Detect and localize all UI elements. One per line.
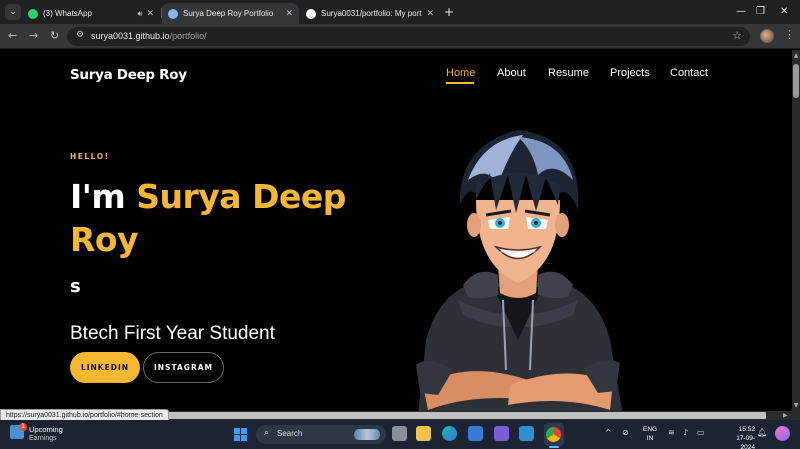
volume-icon[interactable]: ♪ [683,428,688,437]
menu-kebab-icon[interactable]: ⋮ [784,28,795,41]
close-icon[interactable]: ✕ [146,8,154,19]
file-explorer-icon[interactable] [416,426,431,441]
close-icon[interactable]: ✕ [426,8,434,19]
tab-title: Surya0031/portfolio: My portfolio [321,9,422,18]
minimize-button[interactable]: — [736,4,746,20]
windows-taskbar: 1 Upcoming Earnings ⌕ Search ^ ⊘ ENG IN ≋… [0,420,800,449]
bookmark-star-icon[interactable]: ☆ [732,29,742,42]
hero-avatar-illustration [416,130,623,411]
tab-title: (3) WhatsApp [43,9,92,18]
search-label: Search [277,429,303,438]
vertical-scroll-thumb[interactable] [793,64,799,98]
profile-avatar[interactable] [760,29,774,43]
github-icon [306,8,316,19]
address-bar[interactable]: ⚙ surya0031.github.io/portfolio/ ☆ [67,27,750,46]
page-viewport: Surya Deep Roy Home About Resume Project… [0,50,792,411]
widget-badge: 1 [19,423,27,431]
language-indicator[interactable]: ENG IN [643,425,657,443]
forward-button[interactable]: → [29,29,38,43]
edge-icon[interactable] [442,426,457,441]
nav-about[interactable]: About [497,67,526,79]
nav-contact[interactable]: Contact [670,67,708,79]
scroll-down-arrow[interactable]: ▼ [792,402,800,409]
vscode-icon[interactable] [519,426,534,441]
site-brand[interactable]: Surya Deep Roy [70,67,187,83]
lang-line1: ENG [643,426,658,433]
lang-line2: IN [646,435,654,442]
hero-intro: I'm [70,177,137,216]
reload-button[interactable]: ↻ [50,29,59,43]
taskbar-clock[interactable]: 15:52 17-09-2024 [729,425,755,449]
tab-whatsapp[interactable]: (3) WhatsApp 🔊︎ ✕ [22,3,160,24]
hero-subtitle: Btech First Year Student [70,323,275,344]
horizontal-scroll-thumb[interactable] [168,412,766,419]
clock-time: 15:52 [738,426,755,433]
windows-start-icon[interactable] [234,428,247,441]
tab-github[interactable]: Surya0031/portfolio: My portfolio ✕ [300,3,440,24]
url-path: /portfolio/ [169,31,207,41]
notification-bell-icon[interactable]: 🔔︎ [757,428,767,437]
linkedin-button[interactable]: LINKEDIN [70,352,140,383]
store-icon[interactable] [468,426,483,441]
nav-home[interactable]: Home [446,67,475,79]
clock-date: 17-09-2024 [736,435,755,449]
new-tab-button[interactable]: + [444,4,454,20]
taskbar-search[interactable]: ⌕ Search [256,425,386,444]
globe-icon [168,8,178,19]
back-button[interactable]: ← [8,29,17,43]
tab-search-button[interactable]: ⌄ [5,4,21,20]
house-app-icon[interactable] [494,426,509,441]
nav-projects[interactable]: Projects [610,67,650,79]
wifi-icon[interactable]: ≋ [668,428,675,437]
scroll-up-arrow[interactable]: ▲ [792,52,800,59]
task-view-icon[interactable] [392,426,407,441]
search-icon: ⌕ [264,428,270,438]
vertical-scrollbar[interactable]: ▲ ▼ [792,50,800,411]
hero-headline: I'm Surya Deep Roy [70,175,380,261]
url-host: surya0031.github.io [91,31,170,41]
tab-portfolio[interactable]: Surya Deep Roy Portfolio ✕ [162,3,299,24]
battery-icon[interactable]: ▭ [697,428,705,437]
chrome-icon[interactable] [546,427,561,442]
speaker-icon[interactable]: 🔊︎ [137,9,142,19]
url-text[interactable]: surya0031.github.io/portfolio/ [91,31,207,41]
active-app-indicator [549,446,559,448]
site-info-icon[interactable]: ⚙ [76,30,84,40]
scroll-right-arrow[interactable]: ▶ [783,411,788,420]
restore-button[interactable]: ❐ [756,4,765,20]
whatsapp-icon [28,8,38,19]
browser-tab-strip: ⌄ (3) WhatsApp 🔊︎ ✕ Surya Deep Roy Portf… [0,0,800,24]
widget-subtitle[interactable]: Earnings [29,435,57,442]
browser-toolbar: ← → ↻ ⚙ surya0031.github.io/portfolio/ ☆… [0,24,800,49]
tray-app-icon[interactable]: ⊘ [622,428,629,437]
hero-greeting: HELLO! [70,152,110,161]
typed-text: s [70,276,81,297]
close-icon[interactable]: ✕ [285,8,293,19]
nav-active-underline [446,82,474,84]
instagram-button[interactable]: INSTAGRAM [143,352,224,383]
tab-title: Surya Deep Roy Portfolio [183,9,274,18]
tray-chevron-icon[interactable]: ^ [605,428,612,437]
copilot-icon[interactable] [775,426,790,441]
widget-title[interactable]: Upcoming [29,425,63,434]
nav-resume[interactable]: Resume [548,67,589,79]
close-window-button[interactable]: ✕ [780,4,788,20]
search-highlight-image [354,429,380,440]
